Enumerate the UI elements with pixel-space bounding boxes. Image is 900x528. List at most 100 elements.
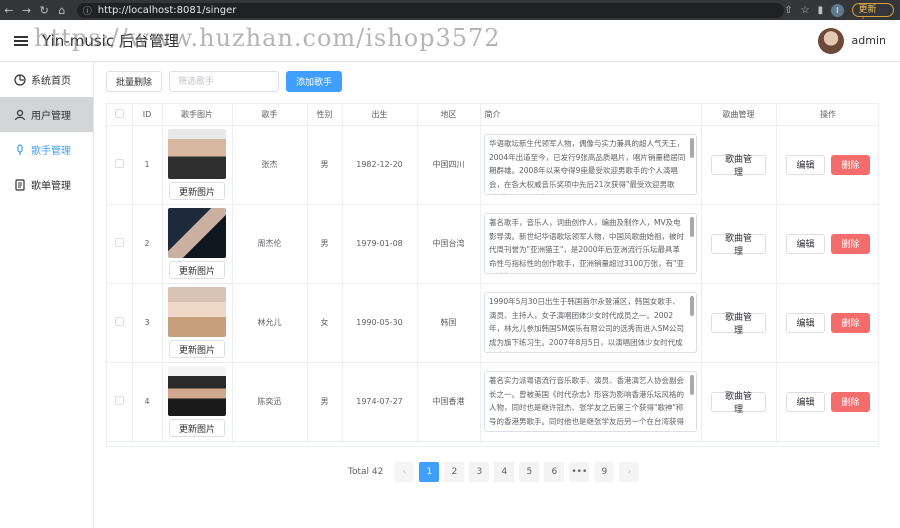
page-button[interactable]: 5 bbox=[519, 462, 540, 482]
row-checkbox[interactable] bbox=[107, 362, 133, 442]
singer-name: 张杰 bbox=[232, 125, 308, 205]
microphone-icon bbox=[14, 143, 26, 156]
sidebar-item-label: 歌手管理 bbox=[31, 146, 71, 157]
toolbar: 批量删除 添加歌手 bbox=[106, 71, 343, 92]
sidebar-item-label: 歌单管理 bbox=[31, 181, 71, 192]
address-bar[interactable]: ⓘ http://localhost:8081/singer bbox=[76, 2, 785, 18]
page-button[interactable]: 9 bbox=[594, 462, 615, 482]
song-manage-button[interactable]: 歌曲管理 bbox=[711, 154, 766, 177]
add-singer-button[interactable]: 添加歌手 bbox=[286, 71, 343, 92]
share-icon[interactable]: ⇧ bbox=[784, 5, 792, 16]
sidebar-item-home[interactable]: 系统首页 bbox=[0, 62, 93, 97]
back-icon[interactable]: ← bbox=[0, 0, 18, 20]
singer-name: 陈奕迅 bbox=[232, 362, 308, 442]
singer-photo bbox=[168, 129, 226, 179]
delete-button[interactable]: 删除 bbox=[831, 312, 870, 333]
table-row: 3 更新图片 林允儿 女 1990-05-30 韩国 1990年5月30日出生于… bbox=[107, 283, 878, 363]
singer-sex: 男 bbox=[307, 204, 343, 284]
intro-scrollbar[interactable] bbox=[690, 296, 694, 316]
page-button[interactable]: 3 bbox=[469, 462, 490, 482]
edit-button[interactable]: 编辑 bbox=[786, 391, 825, 412]
delete-button[interactable]: 删除 bbox=[831, 154, 870, 175]
singer-id: 1 bbox=[132, 125, 163, 205]
browser-toolbar: ← → ↻ ⌂ ⓘ http://localhost:8081/singer ⇧… bbox=[0, 0, 900, 27]
sidebar-item-playlists[interactable]: 歌单管理 bbox=[0, 167, 93, 202]
select-all-checkbox[interactable] bbox=[107, 104, 133, 126]
singer-name: 林允儿 bbox=[232, 283, 308, 363]
operation-cell: 编辑 删除 bbox=[776, 362, 878, 442]
song-manage-cell: 歌曲管理 bbox=[701, 283, 777, 363]
singer-intro-cell: 著名实力派粤语流行音乐歌手、演员、香港演艺人协会副会长之一。曾被美国《时代杂志》… bbox=[480, 362, 702, 442]
song-manage-button[interactable]: 歌曲管理 bbox=[711, 312, 766, 335]
singer-intro-textarea[interactable]: 华语歌坛新生代领军人物，偶像与实力兼具的超人气天王，2004年出道至今，已发行9… bbox=[484, 134, 697, 195]
page-button[interactable]: 1 bbox=[419, 462, 440, 482]
intro-scrollbar[interactable] bbox=[690, 217, 694, 237]
row-checkbox[interactable] bbox=[107, 283, 133, 363]
song-manage-button[interactable]: 歌曲管理 bbox=[711, 391, 766, 414]
home-icon[interactable]: ⌂ bbox=[53, 0, 71, 20]
delete-button[interactable]: 删除 bbox=[831, 233, 870, 254]
song-manage-button[interactable]: 歌曲管理 bbox=[711, 233, 766, 256]
singer-photo bbox=[168, 366, 226, 416]
singer-birth: 1979-01-08 bbox=[342, 204, 418, 284]
update-picture-button[interactable]: 更新图片 bbox=[169, 419, 225, 437]
more-pages-button[interactable]: ••• bbox=[569, 462, 590, 482]
search-input[interactable] bbox=[169, 71, 280, 92]
next-page-button[interactable]: › bbox=[619, 462, 640, 482]
sidebar-item-users[interactable]: 用户管理 bbox=[0, 97, 93, 132]
page-button[interactable]: 6 bbox=[544, 462, 565, 482]
update-button[interactable]: 更新 ⋮ bbox=[851, 3, 895, 27]
singer-birth: 1974-07-27 bbox=[342, 362, 418, 442]
singer-photo bbox=[168, 287, 226, 337]
reload-icon[interactable]: ↻ bbox=[35, 0, 53, 20]
pagination: Total 42 ‹ 1 2 3 4 5 6 ••• 9 › bbox=[348, 462, 640, 482]
page-button[interactable]: 2 bbox=[444, 462, 465, 482]
user-icon bbox=[14, 109, 26, 121]
sidebar-item-singers[interactable]: 歌手管理 bbox=[0, 132, 93, 167]
singer-intro-textarea[interactable]: 著名歌手，音乐人，词曲创作人，编曲及制作人，MV及电影导演。新世纪华语歌坛领军人… bbox=[484, 213, 697, 274]
update-label: 更新 bbox=[858, 5, 877, 15]
singer-intro-textarea[interactable]: 1990年5月30日出生于韩国首尔永登浦区，韩国女歌手、演员、主持人，女子演唱团… bbox=[484, 292, 697, 353]
batch-delete-button[interactable]: 批量删除 bbox=[106, 71, 163, 92]
column-header: 地区 bbox=[417, 104, 481, 126]
table-row: 1 更新图片 张杰 男 1982-12-20 中国四川 华语歌坛新生代领军人物，… bbox=[107, 125, 878, 205]
forward-icon[interactable]: → bbox=[18, 0, 36, 20]
song-manage-cell: 歌曲管理 bbox=[701, 204, 777, 284]
operation-cell: 编辑 删除 bbox=[776, 283, 878, 363]
menu-toggle-icon[interactable] bbox=[14, 35, 28, 46]
singer-id: 4 bbox=[132, 362, 163, 442]
column-header: ID bbox=[132, 104, 163, 126]
singer-sex: 男 bbox=[307, 362, 343, 442]
edit-button[interactable]: 编辑 bbox=[786, 154, 825, 175]
singer-intro-text: 华语歌坛新生代领军人物，偶像与实力兼具的超人气天王，2004年出道至今，已发行9… bbox=[489, 139, 686, 194]
column-header: 歌曲管理 bbox=[701, 104, 777, 126]
edit-button[interactable]: 编辑 bbox=[786, 233, 825, 254]
profile-avatar[interactable]: I bbox=[831, 3, 844, 17]
username[interactable]: admin bbox=[852, 34, 886, 47]
singer-intro-cell: 著名歌手，音乐人，词曲创作人，编曲及制作人，MV及电影导演。新世纪华语歌坛领军人… bbox=[480, 204, 702, 284]
singer-intro-textarea[interactable]: 著名实力派粤语流行音乐歌手、演员、香港演艺人协会副会长之一。曾被美国《时代杂志》… bbox=[484, 371, 697, 432]
intro-scrollbar[interactable] bbox=[690, 375, 694, 395]
avatar[interactable] bbox=[817, 27, 844, 54]
delete-button[interactable]: 删除 bbox=[831, 391, 870, 412]
prev-page-button[interactable]: ‹ bbox=[394, 462, 415, 482]
singer-picture-cell: 更新图片 bbox=[162, 125, 233, 205]
page-button[interactable]: 4 bbox=[494, 462, 515, 482]
row-checkbox[interactable] bbox=[107, 204, 133, 284]
row-checkbox[interactable] bbox=[107, 125, 133, 205]
singer-photo bbox=[168, 208, 226, 258]
app-title: Yin-music 后台管理 bbox=[42, 32, 179, 50]
main-content: 批量删除 添加歌手 ID 歌手图片 歌手 性别 出生 地区 简介 歌曲管理 操 bbox=[94, 62, 900, 528]
sidebar-panel-icon[interactable]: ▮ bbox=[818, 5, 824, 16]
column-header: 歌手 bbox=[232, 104, 308, 126]
intro-scrollbar[interactable] bbox=[690, 138, 694, 158]
sidebar: 系统首页 用户管理 歌手管理 歌单管理 bbox=[0, 62, 94, 528]
dashboard-icon bbox=[14, 73, 26, 86]
bookmark-star-icon[interactable]: ☆ bbox=[801, 5, 810, 16]
update-picture-button[interactable]: 更新图片 bbox=[169, 182, 225, 200]
update-picture-button[interactable]: 更新图片 bbox=[169, 261, 225, 279]
update-picture-button[interactable]: 更新图片 bbox=[169, 340, 225, 358]
singer-location: 中国四川 bbox=[417, 125, 481, 205]
table-row: 2 更新图片 周杰伦 男 1979-01-08 中国台湾 著名歌手，音乐人，词曲… bbox=[107, 204, 878, 284]
edit-button[interactable]: 编辑 bbox=[786, 312, 825, 333]
